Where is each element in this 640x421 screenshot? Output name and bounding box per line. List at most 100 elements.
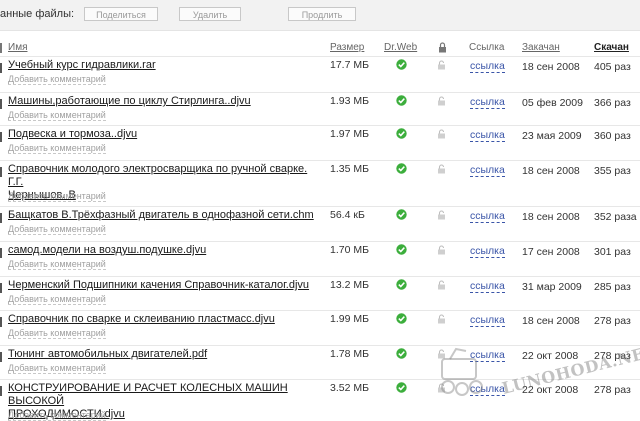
check-icon: [396, 382, 407, 393]
check-icon: [396, 313, 407, 324]
add-comment-link[interactable]: Добавить комментарий: [8, 74, 106, 85]
add-comment-link[interactable]: Добавить комментарий: [8, 363, 106, 374]
download-count: 352 раза: [594, 211, 637, 223]
extend-button[interactable]: Продлить: [288, 7, 356, 21]
row-edge: [0, 248, 2, 258]
add-comment-link[interactable]: Добавить комментарий: [8, 110, 106, 121]
file-name-line: самод.модели на воздуш.подушке.djvu: [8, 244, 207, 256]
file-name-link[interactable]: Машины,работающие по циклу Стирлинга..dj…: [8, 95, 318, 108]
file-name-line: Справочник молодого электросварщика по р…: [8, 163, 308, 188]
header-size[interactable]: Размер: [330, 42, 364, 53]
lock-icon[interactable]: [437, 164, 446, 174]
table-row: Справочник по сварке и склеиванию пластм…: [0, 310, 640, 346]
check-icon: [396, 348, 407, 359]
row-edge: [0, 132, 2, 142]
file-size: 1.78 МБ: [330, 348, 369, 360]
lock-header-icon: [438, 42, 447, 56]
download-count: 405 раз: [594, 61, 631, 73]
table-row: Бащкатов В.Трёхфазный двигатель в однофа…: [0, 206, 640, 242]
add-comment-link[interactable]: Добавить комментарий: [8, 328, 106, 339]
lock-icon[interactable]: [437, 314, 446, 324]
share-link[interactable]: ссылка: [470, 165, 505, 177]
upload-date: 05 фев 2009: [522, 97, 583, 109]
file-size: 1.70 МБ: [330, 244, 369, 256]
add-comment-link[interactable]: Добавить комментарий: [8, 410, 106, 421]
share-link[interactable]: ссылка: [470, 97, 505, 109]
check-icon: [396, 279, 407, 290]
upload-date: 18 сен 2008: [522, 61, 580, 73]
lock-icon[interactable]: [437, 96, 446, 106]
upload-date: 18 сен 2008: [522, 315, 580, 327]
file-name-link[interactable]: Тюнинг автомобильных двигателей.pdf: [8, 348, 318, 361]
file-size: 13.2 МБ: [330, 279, 369, 291]
share-link[interactable]: ссылка: [470, 315, 505, 327]
row-edge: [0, 352, 2, 362]
file-name-line: Черменский Подшипники качения Справочник…: [8, 279, 310, 291]
file-name-line: КОНСТРУИРОВАНИЕ И РАСЧЕТ КОЛЕСНЫХ МАШИН …: [8, 382, 288, 407]
lock-icon[interactable]: [437, 210, 446, 220]
row-edge: [0, 317, 2, 327]
delete-button[interactable]: Удалить: [179, 7, 241, 21]
share-link[interactable]: ссылка: [470, 61, 505, 73]
share-link[interactable]: ссылка: [470, 281, 505, 293]
header-name[interactable]: Имя: [8, 42, 27, 53]
file-name-line: Тюнинг автомобильных двигателей.pdf: [8, 348, 208, 360]
file-name-link[interactable]: Учебный курс гидравлики.rar: [8, 59, 318, 72]
header-edge: [0, 43, 2, 53]
row-edge: [0, 167, 2, 177]
file-name-link[interactable]: самод.модели на воздуш.подушке.djvu: [8, 244, 318, 257]
share-link[interactable]: ссылка: [470, 246, 505, 258]
lock-icon[interactable]: [437, 60, 446, 70]
table-header: Имя Размер Dr.Web Ссылка Закачан Скачан: [0, 42, 640, 56]
add-comment-link[interactable]: Добавить комментарий: [8, 191, 106, 202]
check-icon: [396, 95, 407, 106]
table-row: Машины,работающие по циклу Стирлинга..dj…: [0, 92, 640, 126]
add-comment-link[interactable]: Добавить комментарий: [8, 259, 106, 270]
lock-icon[interactable]: [437, 280, 446, 290]
header-downloads[interactable]: Скачан: [594, 42, 629, 53]
header-drweb[interactable]: Dr.Web: [384, 42, 417, 53]
check-icon: [396, 244, 407, 255]
row-edge: [0, 213, 2, 223]
file-size: 3.52 МБ: [330, 382, 369, 394]
lock-icon[interactable]: [437, 245, 446, 255]
add-comment-link[interactable]: Добавить комментарий: [8, 224, 106, 235]
header-uploaded[interactable]: Закачан: [522, 42, 560, 53]
file-size: 1.97 МБ: [330, 128, 369, 140]
file-name-link[interactable]: Бащкатов В.Трёхфазный двигатель в однофа…: [8, 209, 318, 222]
file-name-link[interactable]: Справочник по сварке и склеиванию пластм…: [8, 313, 318, 326]
share-button[interactable]: Поделиться: [84, 7, 158, 21]
file-name-line: Учебный курс гидравлики.rar: [8, 59, 156, 71]
add-comment-link[interactable]: Добавить комментарий: [8, 294, 106, 305]
check-icon: [396, 128, 407, 139]
file-name-link[interactable]: Подвеска и тормоза..djvu: [8, 128, 318, 141]
table-row: Справочник молодого электросварщика по р…: [0, 160, 640, 207]
upload-date: 31 мар 2009: [522, 281, 582, 293]
file-name-link[interactable]: Черменский Подшипники качения Справочник…: [8, 279, 318, 292]
row-edge: [0, 283, 2, 293]
upload-date: 18 сен 2008: [522, 211, 580, 223]
table-row: Черменский Подшипники качения Справочник…: [0, 276, 640, 311]
file-size: 17.7 МБ: [330, 59, 369, 71]
share-link[interactable]: ссылка: [470, 211, 505, 223]
file-toolbar: анные файлы: Поделиться Удалить Продлить: [0, 0, 640, 31]
check-icon: [396, 163, 407, 174]
row-edge: [0, 386, 2, 396]
header-link: Ссылка: [469, 42, 505, 53]
file-size: 1.93 МБ: [330, 95, 369, 107]
upload-date: 18 сен 2008: [522, 165, 580, 177]
check-icon: [396, 209, 407, 220]
download-count: 301 раз: [594, 246, 631, 258]
file-size: 1.35 МБ: [330, 163, 369, 175]
row-edge: [0, 99, 2, 109]
download-count: 366 раз: [594, 97, 631, 109]
add-comment-link[interactable]: Добавить комментарий: [8, 143, 106, 154]
download-count: 355 раз: [594, 165, 631, 177]
share-link[interactable]: ссылка: [470, 130, 505, 142]
file-size: 1.99 МБ: [330, 313, 369, 325]
lock-icon[interactable]: [437, 129, 446, 139]
download-count: 278 раз: [594, 315, 631, 327]
upload-date: 17 сен 2008: [522, 246, 580, 258]
file-name-line: Машины,работающие по циклу Стирлинга..dj…: [8, 95, 251, 107]
check-icon: [396, 59, 407, 70]
